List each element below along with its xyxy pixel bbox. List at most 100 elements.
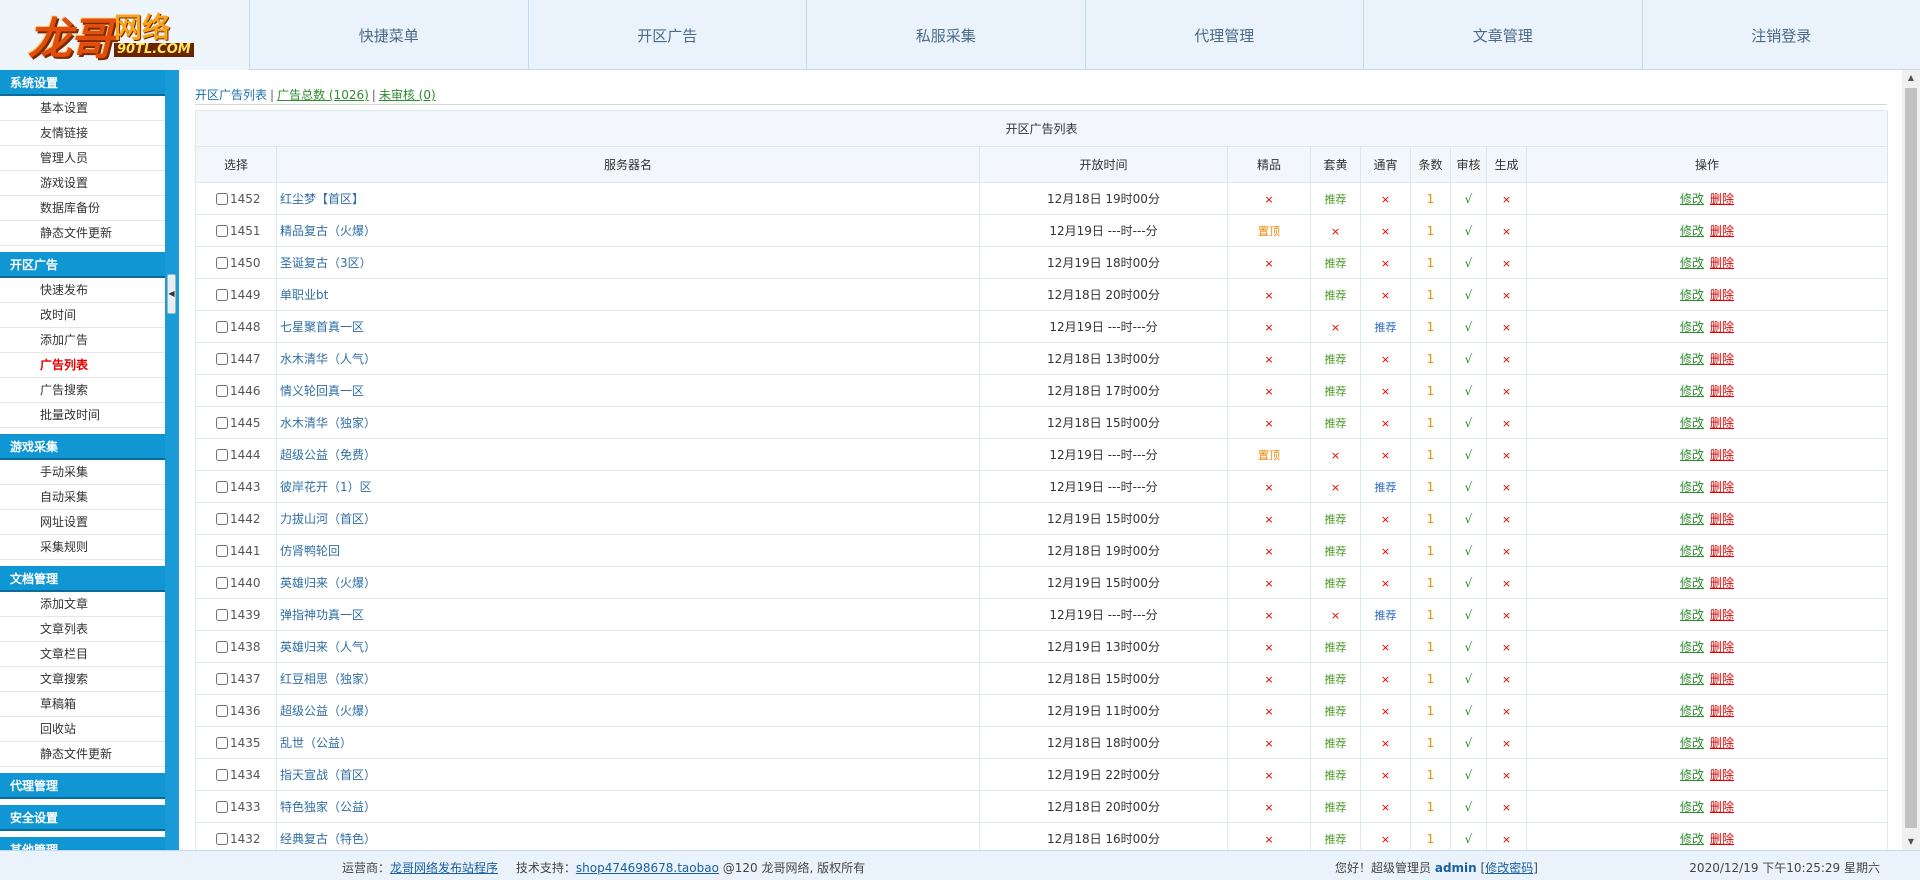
sidebar-item[interactable]: 文章搜索 xyxy=(0,667,165,692)
sidebar-item[interactable]: 批量改时间 xyxy=(0,403,165,428)
sidebar-item[interactable]: 数据库备份 xyxy=(0,196,165,221)
sidebar-group-title[interactable]: 文档管理 xyxy=(0,566,165,592)
row-checkbox[interactable] xyxy=(216,384,228,397)
edit-link[interactable]: 修改 xyxy=(1680,576,1704,590)
row-checkbox[interactable] xyxy=(216,768,228,781)
edit-link[interactable]: 修改 xyxy=(1680,320,1704,334)
delete-link[interactable]: 删除 xyxy=(1710,256,1734,270)
topnav-item[interactable]: 快捷菜单 xyxy=(250,0,529,70)
scroll-down-icon[interactable]: ▼ xyxy=(1902,834,1920,850)
sidebar-group-title[interactable]: 其他管理 xyxy=(0,837,165,850)
delete-link[interactable]: 删除 xyxy=(1710,192,1734,206)
delete-link[interactable]: 删除 xyxy=(1710,800,1734,814)
row-checkbox[interactable] xyxy=(216,448,228,461)
server-name[interactable]: 力拔山河（首区） xyxy=(276,502,980,535)
edit-link[interactable]: 修改 xyxy=(1680,480,1704,494)
edit-link[interactable]: 修改 xyxy=(1680,640,1704,654)
row-checkbox[interactable] xyxy=(216,352,228,365)
edit-link[interactable]: 修改 xyxy=(1680,416,1704,430)
row-checkbox[interactable] xyxy=(216,576,228,589)
delete-link[interactable]: 删除 xyxy=(1710,640,1734,654)
change-password-link[interactable]: 修改密码 xyxy=(1485,861,1533,875)
row-checkbox[interactable] xyxy=(216,256,228,269)
row-checkbox[interactable] xyxy=(216,832,228,845)
sidebar-item[interactable]: 静态文件更新 xyxy=(0,742,165,767)
row-checkbox[interactable] xyxy=(216,544,228,557)
delete-link[interactable]: 删除 xyxy=(1710,288,1734,302)
delete-link[interactable]: 删除 xyxy=(1710,416,1734,430)
edit-link[interactable]: 修改 xyxy=(1680,288,1704,302)
edit-link[interactable]: 修改 xyxy=(1680,384,1704,398)
operator-link[interactable]: 龙哥网络发布站程序 xyxy=(390,861,498,875)
edit-link[interactable]: 修改 xyxy=(1680,512,1704,526)
delete-link[interactable]: 删除 xyxy=(1710,512,1734,526)
topnav-item[interactable]: 注销登录 xyxy=(1643,0,1920,70)
sidebar-item[interactable]: 回收站 xyxy=(0,717,165,742)
scroll-thumb[interactable] xyxy=(1905,88,1917,828)
server-name[interactable]: 红尘梦【首区】 xyxy=(276,182,980,215)
delete-link[interactable]: 删除 xyxy=(1710,384,1734,398)
sidebar-group-title[interactable]: 开区广告 xyxy=(0,252,165,278)
delete-link[interactable]: 删除 xyxy=(1710,320,1734,334)
sidebar-item[interactable]: 友情链接 xyxy=(0,121,165,146)
edit-link[interactable]: 修改 xyxy=(1680,448,1704,462)
row-checkbox[interactable] xyxy=(216,736,228,749)
edit-link[interactable]: 修改 xyxy=(1680,256,1704,270)
delete-link[interactable]: 删除 xyxy=(1710,736,1734,750)
server-name[interactable]: 弹指神功真一区 xyxy=(276,598,980,631)
edit-link[interactable]: 修改 xyxy=(1680,832,1704,846)
server-name[interactable]: 红豆相思（独家） xyxy=(276,662,980,695)
ad-total-link[interactable]: 广告总数 (1026) xyxy=(277,88,369,102)
topnav-item[interactable]: 文章管理 xyxy=(1364,0,1643,70)
server-name[interactable]: 英雄归来（人气） xyxy=(276,630,980,663)
sidebar-item[interactable]: 改时间 xyxy=(0,303,165,328)
sidebar-item[interactable]: 文章列表 xyxy=(0,617,165,642)
edit-link[interactable]: 修改 xyxy=(1680,672,1704,686)
sidebar-group-title[interactable]: 代理管理 xyxy=(0,773,165,799)
server-name[interactable]: 单职业bt xyxy=(276,278,980,311)
vertical-scrollbar[interactable]: ▲ ▼ xyxy=(1902,70,1920,850)
sidebar-item[interactable]: 手动采集 xyxy=(0,460,165,485)
edit-link[interactable]: 修改 xyxy=(1680,192,1704,206)
sidebar-group-title[interactable]: 安全设置 xyxy=(0,805,165,831)
row-checkbox[interactable] xyxy=(216,288,228,301)
server-name[interactable]: 彼岸花开（1）区 xyxy=(276,470,980,503)
row-checkbox[interactable] xyxy=(216,480,228,493)
row-checkbox[interactable] xyxy=(216,608,228,621)
sidebar-item[interactable]: 添加文章 xyxy=(0,592,165,617)
delete-link[interactable]: 删除 xyxy=(1710,576,1734,590)
row-checkbox[interactable] xyxy=(216,704,228,717)
sidebar-item[interactable]: 自动采集 xyxy=(0,485,165,510)
server-name[interactable]: 水木清华（人气） xyxy=(276,342,980,375)
topnav-item[interactable]: 开区广告 xyxy=(529,0,807,70)
delete-link[interactable]: 删除 xyxy=(1710,480,1734,494)
edit-link[interactable]: 修改 xyxy=(1680,544,1704,558)
server-name[interactable]: 特色独家（公益） xyxy=(276,790,980,823)
server-name[interactable]: 经典复古（特色） xyxy=(276,822,980,850)
server-name[interactable]: 超级公益（火爆） xyxy=(276,694,980,727)
sidebar-group-title[interactable]: 游戏采集 xyxy=(0,434,165,460)
row-checkbox[interactable] xyxy=(216,320,228,333)
sidebar-group-title[interactable]: 系统设置 xyxy=(0,70,165,96)
row-checkbox[interactable] xyxy=(216,800,228,813)
delete-link[interactable]: 删除 xyxy=(1710,608,1734,622)
sidebar-item[interactable]: 游戏设置 xyxy=(0,171,165,196)
edit-link[interactable]: 修改 xyxy=(1680,768,1704,782)
server-name[interactable]: 乱世（公益） xyxy=(276,726,980,759)
sidebar-splitter[interactable]: ◀ xyxy=(165,70,179,850)
delete-link[interactable]: 删除 xyxy=(1710,832,1734,846)
edit-link[interactable]: 修改 xyxy=(1680,224,1704,238)
unreviewed-link[interactable]: 未审核 (0) xyxy=(379,88,436,102)
row-checkbox[interactable] xyxy=(216,672,228,685)
sidebar-item[interactable]: 广告搜索 xyxy=(0,378,165,403)
edit-link[interactable]: 修改 xyxy=(1680,704,1704,718)
sidebar-item[interactable]: 网址设置 xyxy=(0,510,165,535)
row-checkbox[interactable] xyxy=(216,416,228,429)
sidebar-item[interactable]: 添加广告 xyxy=(0,328,165,353)
server-name[interactable]: 圣诞复古（3区） xyxy=(276,246,980,279)
server-name[interactable]: 英雄归来（火爆） xyxy=(276,566,980,599)
delete-link[interactable]: 删除 xyxy=(1710,704,1734,718)
sidebar-item[interactable]: 管理人员 xyxy=(0,146,165,171)
server-name[interactable]: 情义轮回真一区 xyxy=(276,374,980,407)
edit-link[interactable]: 修改 xyxy=(1680,608,1704,622)
